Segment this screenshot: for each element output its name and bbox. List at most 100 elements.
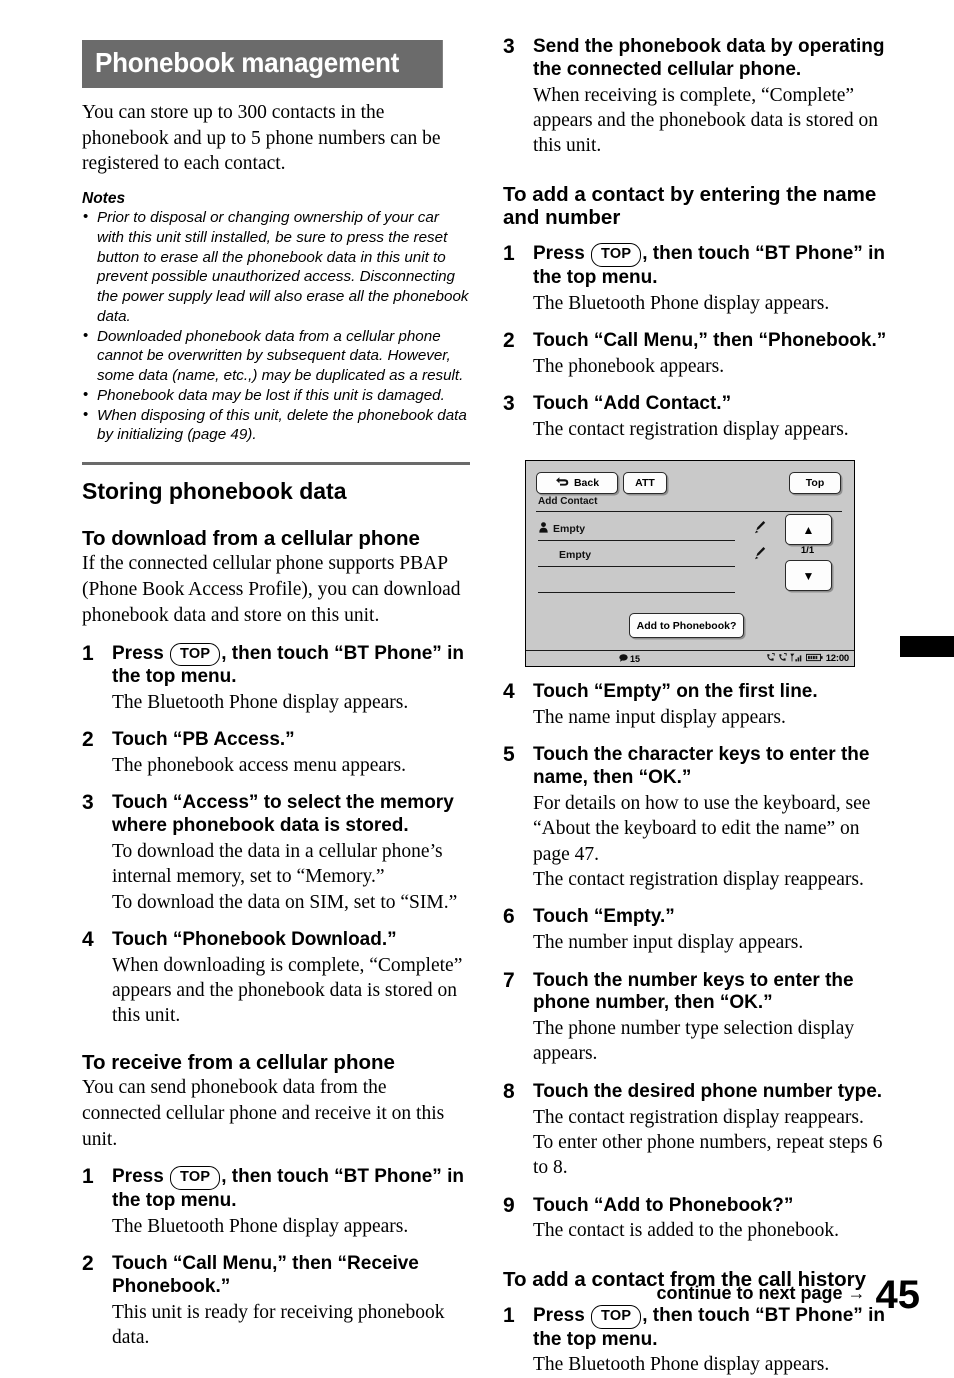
top-key-button[interactable]: TOP xyxy=(591,1305,642,1329)
phone-number-row[interactable]: Empty xyxy=(559,549,591,561)
scroll-down-button[interactable]: ▼ xyxy=(785,560,832,592)
step-description: When downloading is complete, “Complete”… xyxy=(112,954,463,1027)
top-button[interactable]: Top xyxy=(789,472,841,495)
list-item: 4 Touch “Empty” on the first line. The n… xyxy=(503,680,891,730)
top-key-button[interactable]: TOP xyxy=(591,243,642,267)
page-indicator: 1/1 xyxy=(800,545,815,557)
chapter-tab-marker xyxy=(900,636,954,657)
list-item: 1 Press TOP, then touch “BT Phone” in th… xyxy=(82,641,470,716)
step-number: 2 xyxy=(82,728,94,752)
step-head-pre: Press xyxy=(112,1166,170,1188)
subsection-heading-download: To download from a cellular phone xyxy=(82,526,420,550)
status-message-count: 15 xyxy=(630,653,641,664)
empty-row-underline xyxy=(538,592,735,594)
list-item: When disposing of this unit, delete the … xyxy=(82,405,470,446)
add-by-name-steps-pre: 1 Press TOP, then touch “BT Phone” in th… xyxy=(503,242,891,442)
receive-intro: You can send phonebook data from the con… xyxy=(82,1077,445,1150)
list-item: Downloaded phonebook data from a cellula… xyxy=(82,326,470,386)
step-number: 5 xyxy=(503,743,515,767)
list-item: 2 Touch “Call Menu,” then “Receive Phone… xyxy=(82,1251,470,1350)
step-number: 3 xyxy=(503,35,515,58)
back-button-label: Back xyxy=(573,477,600,490)
step-description: The phonebook appears. xyxy=(533,355,725,377)
list-item: 1 Press TOP, then touch “BT Phone” in th… xyxy=(503,1304,891,1378)
manual-page: Phonebook management You can store up to… xyxy=(0,0,954,1375)
top-key-button[interactable]: TOP xyxy=(170,1166,221,1190)
step-description: The name input display appears. xyxy=(533,707,786,729)
list-item: 7 Touch the number keys to enter the pho… xyxy=(503,968,891,1067)
step-heading: Touch “PB Access.” xyxy=(112,729,295,751)
scroll-up-button[interactable]: ▲ xyxy=(785,514,832,546)
step-description: To download the data in a cellular phone… xyxy=(112,840,458,913)
edit-pencil-icon[interactable] xyxy=(754,546,766,560)
person-icon xyxy=(539,522,548,536)
subsection-heading-add-by-name: To add a contact by entering the name an… xyxy=(503,182,877,229)
add-to-phonebook-button[interactable]: Add to Phonebook? xyxy=(629,613,744,639)
list-item: 1 Press TOP, then touch “BT Phone” in th… xyxy=(82,1165,470,1239)
contact-name-row[interactable]: Empty xyxy=(539,522,585,536)
step-number: 1 xyxy=(82,641,94,665)
list-item: 5 Touch the character keys to enter the … xyxy=(503,743,891,892)
phone-handset-icon xyxy=(766,653,775,664)
status-message-group: 15 xyxy=(619,654,640,664)
step-description: When receiving is complete, “Complete” a… xyxy=(533,84,878,157)
receive-steps-continued: 3 Send the phonebook data by operating t… xyxy=(503,35,891,159)
step-number: 3 xyxy=(82,791,94,815)
right-column: 3 Send the phonebook data by operating t… xyxy=(503,35,891,1378)
page-number: 45 xyxy=(875,1273,921,1318)
list-item: 3 Touch “Add Contact.” The contact regis… xyxy=(503,392,891,442)
step-description: The Bluetooth Phone display appears. xyxy=(533,1354,830,1376)
list-item: 1 Press TOP, then touch “BT Phone” in th… xyxy=(503,242,891,316)
edit-pencil-icon[interactable] xyxy=(754,520,766,534)
subsection-heading-receive: To receive from a cellular phone xyxy=(82,1050,395,1074)
status-icons-group: 12:00 xyxy=(766,653,849,664)
phone-number-value: Empty xyxy=(559,549,592,562)
phone-secondary-icon xyxy=(778,653,787,664)
back-button[interactable]: Back xyxy=(536,472,618,495)
page-title: Phonebook management xyxy=(82,40,443,88)
list-item: 4 Touch “Phonebook Download.” When downl… xyxy=(82,927,470,1029)
signal-bars-icon xyxy=(790,653,803,664)
step-description: The phone number type selection display … xyxy=(533,1018,855,1065)
step-number: 4 xyxy=(503,680,515,704)
notes-list: Prior to disposal or changing ownership … xyxy=(82,207,470,446)
step-number: 2 xyxy=(82,1251,94,1275)
step-number: 7 xyxy=(503,968,515,992)
step-description: The number input display appears. xyxy=(533,932,804,954)
step-description: For details on how to use the keyboard, … xyxy=(533,793,871,891)
down-arrow-icon: ▼ xyxy=(802,568,815,583)
step-number: 4 xyxy=(82,927,94,951)
notes-heading: Notes xyxy=(82,190,126,208)
step-heading: Touch the desired phone number type. xyxy=(533,1080,883,1102)
step-number: 1 xyxy=(503,1304,515,1328)
step-head-pre: Press xyxy=(533,243,591,265)
list-item: 2 Touch “Call Menu,” then “Phonebook.” T… xyxy=(503,329,891,379)
list-item: Prior to disposal or changing ownership … xyxy=(82,207,470,327)
add-by-name-steps-post: 4 Touch “Empty” on the first line. The n… xyxy=(503,680,891,1244)
list-item: 6 Touch “Empty.” The number input displa… xyxy=(503,905,891,955)
step-description: The contact is added to the phonebook. xyxy=(533,1220,839,1242)
step-number: 8 xyxy=(503,1079,515,1103)
battery-icon xyxy=(805,653,823,664)
phone-number-underline xyxy=(538,566,735,568)
step-number: 1 xyxy=(82,1165,94,1189)
top-key-button[interactable]: TOP xyxy=(170,642,221,667)
right-arrow-icon: → xyxy=(847,1283,866,1303)
step-heading: Touch “Call Menu,” then “Phonebook.” xyxy=(533,329,887,351)
list-item: 3 Touch “Access” to select the memory wh… xyxy=(82,791,470,915)
list-item: 3 Send the phonebook data by operating t… xyxy=(503,35,891,159)
step-head-pre: Press xyxy=(533,1305,591,1327)
step-heading: Touch “Call Menu,” then “Receive Phonebo… xyxy=(112,1252,419,1297)
att-button[interactable]: ATT xyxy=(623,472,667,495)
device-status-bar: 15 12:00 xyxy=(526,650,854,667)
step-heading: Touch “Empty.” xyxy=(533,906,675,928)
list-item: Phonebook data may be lost if this unit … xyxy=(82,385,470,406)
screen-title-divider xyxy=(536,511,842,513)
continue-to-next-page: continue to next page → xyxy=(656,1283,865,1314)
back-arrow-icon xyxy=(555,476,569,490)
intro-paragraph: You can store up to 300 contacts in the … xyxy=(82,102,441,175)
page-footer: continue to next page → 45 xyxy=(656,1273,921,1318)
list-item: 2 Touch “PB Access.” The phonebook acces… xyxy=(82,728,470,778)
download-intro: If the connected cellular phone supports… xyxy=(82,553,461,626)
step-heading: Touch “Phonebook Download.” xyxy=(112,928,397,950)
